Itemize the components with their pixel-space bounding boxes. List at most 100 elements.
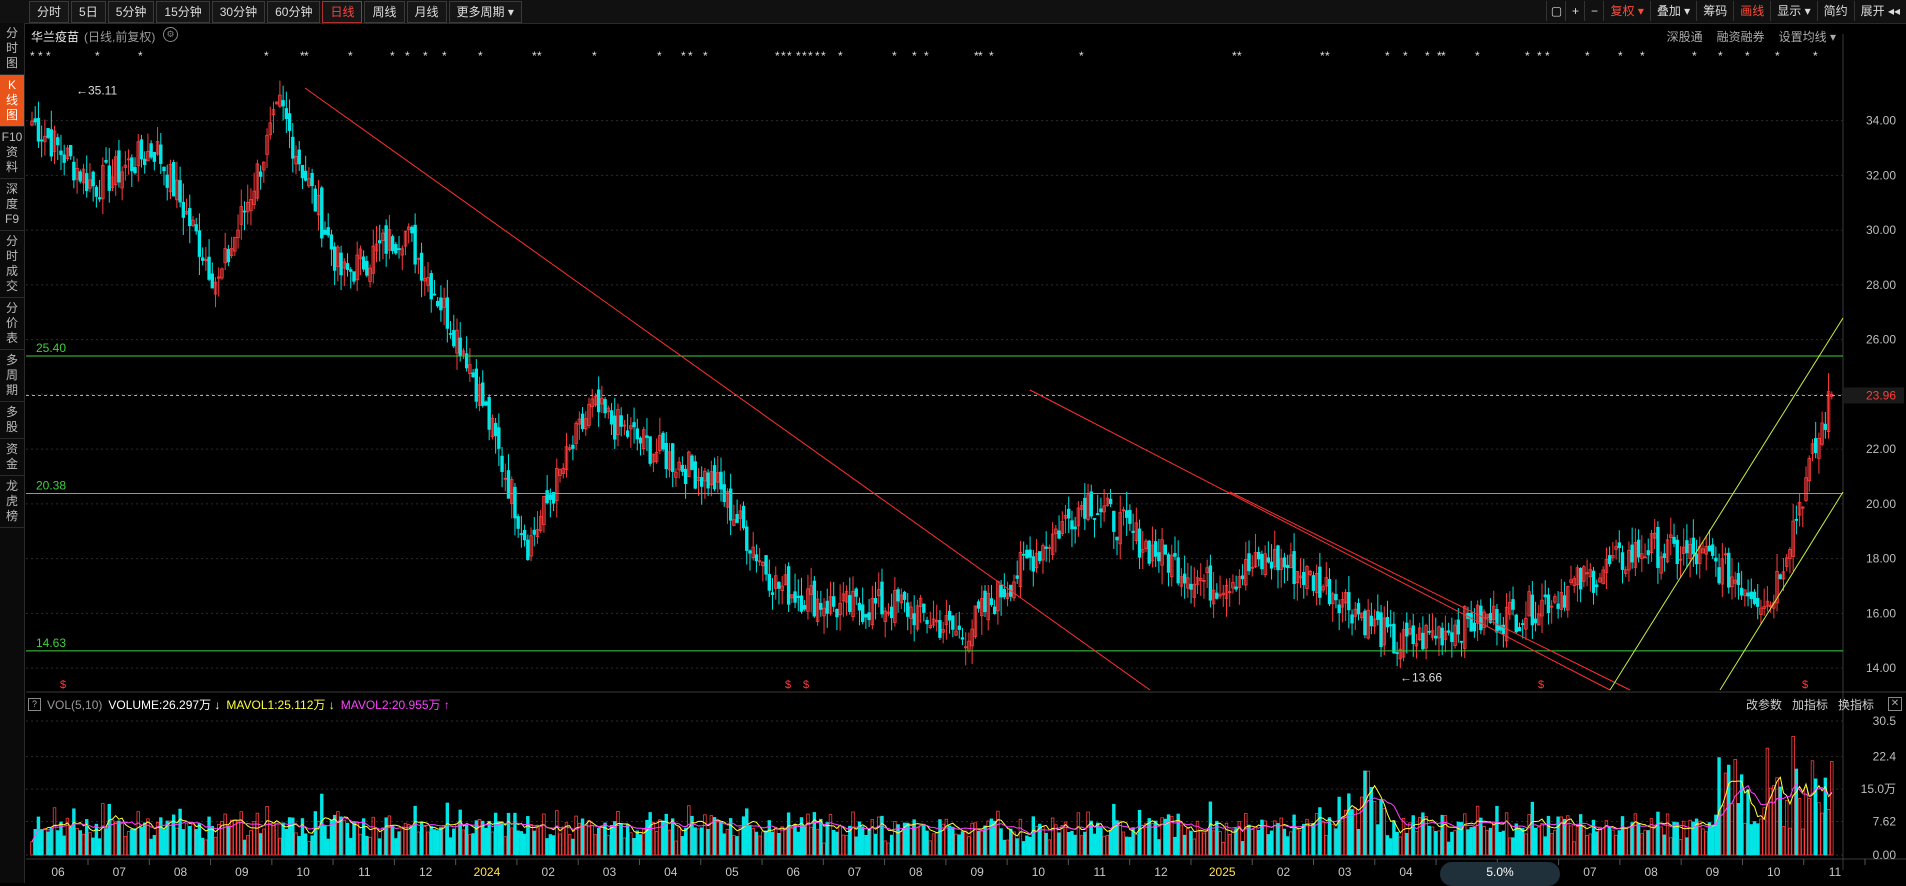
volume-bar bbox=[622, 837, 627, 856]
volume-bar bbox=[133, 828, 137, 856]
volume-bar bbox=[1810, 760, 1815, 856]
candle-body bbox=[1675, 539, 1679, 565]
candle-body bbox=[1057, 530, 1061, 539]
candle-body bbox=[1327, 578, 1332, 605]
add-indicator-button[interactable]: 加指标 bbox=[1792, 696, 1828, 713]
volume-bar bbox=[1759, 818, 1763, 856]
volume-bar bbox=[68, 826, 73, 856]
candle-body bbox=[1479, 605, 1483, 631]
candle-body bbox=[429, 273, 433, 300]
volume-bar bbox=[464, 824, 469, 856]
current-price-label: 23.96 bbox=[1866, 388, 1896, 402]
volume-bar bbox=[1482, 826, 1486, 856]
candle-body bbox=[313, 188, 318, 212]
volume-bar bbox=[1276, 823, 1280, 856]
x-tick-label: 03 bbox=[603, 865, 617, 879]
volume-bar bbox=[1572, 841, 1576, 856]
close-icon[interactable]: ✕ bbox=[1888, 697, 1902, 711]
volume-bar bbox=[703, 814, 707, 856]
volume-bar bbox=[548, 834, 553, 856]
candle-body bbox=[735, 513, 739, 523]
volume-bar bbox=[1356, 828, 1361, 856]
volume-bar bbox=[1437, 830, 1441, 856]
volume-bar bbox=[123, 835, 128, 856]
candle-body bbox=[825, 600, 829, 614]
candle-body bbox=[1376, 611, 1380, 620]
volume-bar bbox=[223, 813, 227, 856]
volume-bar bbox=[1688, 819, 1692, 856]
volume-bar bbox=[728, 818, 733, 856]
volume-bar bbox=[706, 828, 710, 856]
volume-bar bbox=[716, 821, 720, 856]
volume-bar bbox=[52, 807, 57, 856]
volume-bar bbox=[699, 827, 704, 856]
candle-body bbox=[1739, 587, 1744, 596]
event-marker: * bbox=[1618, 49, 1623, 63]
x-tick-label: 09 bbox=[235, 865, 249, 879]
candle-body bbox=[1266, 557, 1271, 563]
volume-bar bbox=[1543, 836, 1547, 856]
candle-body bbox=[62, 154, 66, 163]
candle-body bbox=[748, 550, 752, 554]
volume-bar bbox=[43, 828, 47, 856]
event-marker: * bbox=[405, 49, 410, 63]
volume-bar bbox=[1607, 826, 1612, 856]
volume-bar bbox=[1379, 798, 1383, 856]
candle-body bbox=[1347, 592, 1351, 611]
x-tick-label: 11 bbox=[1829, 865, 1842, 879]
volume-bar bbox=[355, 821, 359, 856]
x-tick-label: 08 bbox=[1644, 865, 1658, 879]
candle-body bbox=[1089, 491, 1093, 517]
volume-bar bbox=[310, 835, 314, 856]
volume-bar bbox=[1653, 826, 1657, 856]
candle-body bbox=[226, 248, 231, 263]
volume-bar bbox=[1395, 831, 1399, 856]
candle-body bbox=[1646, 550, 1650, 556]
candle-body bbox=[1607, 555, 1612, 565]
y-tick-label: 16.00 bbox=[1866, 606, 1896, 620]
candle-body bbox=[1388, 624, 1393, 627]
volume-bar bbox=[571, 838, 575, 856]
candle-body bbox=[989, 598, 994, 606]
volume-bar bbox=[56, 830, 60, 856]
candle-body bbox=[1157, 552, 1161, 562]
volume-bar bbox=[580, 818, 585, 856]
volume-bar bbox=[851, 811, 855, 856]
candle-body bbox=[925, 619, 929, 625]
volume-bar bbox=[435, 830, 440, 856]
volume-bar bbox=[819, 818, 823, 856]
switch-indicator-button[interactable]: 换指标 bbox=[1838, 696, 1874, 713]
candle-body bbox=[339, 252, 343, 276]
event-marker: * bbox=[423, 49, 428, 63]
volume-bar bbox=[149, 838, 153, 856]
y-tick-label: 34.00 bbox=[1866, 114, 1896, 128]
candle-body bbox=[448, 333, 453, 335]
volume-bar bbox=[1289, 831, 1293, 856]
volume-bar bbox=[674, 840, 678, 856]
volume-bar bbox=[1595, 831, 1599, 856]
volume-bar bbox=[94, 823, 99, 856]
volume-bar bbox=[551, 835, 556, 856]
volume-bar bbox=[1414, 831, 1419, 856]
help-icon[interactable]: ? bbox=[28, 698, 41, 711]
volume-bar bbox=[883, 840, 887, 856]
volume-bar bbox=[1569, 825, 1573, 856]
volume-bar bbox=[1443, 815, 1448, 856]
volume-bar bbox=[809, 826, 813, 856]
volume-bar bbox=[200, 837, 205, 856]
volume-bar bbox=[967, 836, 971, 856]
candle-body bbox=[349, 269, 353, 272]
kline-chart[interactable]: 14.0016.0018.0020.0022.0024.0026.0028.00… bbox=[0, 0, 1906, 883]
candle-body bbox=[880, 581, 884, 615]
candle-body bbox=[352, 271, 356, 282]
candle-body bbox=[580, 413, 585, 430]
candle-body bbox=[59, 150, 63, 155]
volume-bar bbox=[429, 826, 433, 856]
candle-body bbox=[345, 263, 350, 271]
change-params-button[interactable]: 改参数 bbox=[1746, 696, 1782, 713]
volume-bar bbox=[271, 822, 276, 856]
candle-body bbox=[613, 415, 617, 440]
candle-body bbox=[635, 428, 639, 440]
event-marker: * bbox=[138, 49, 143, 63]
candle-body bbox=[149, 143, 153, 158]
